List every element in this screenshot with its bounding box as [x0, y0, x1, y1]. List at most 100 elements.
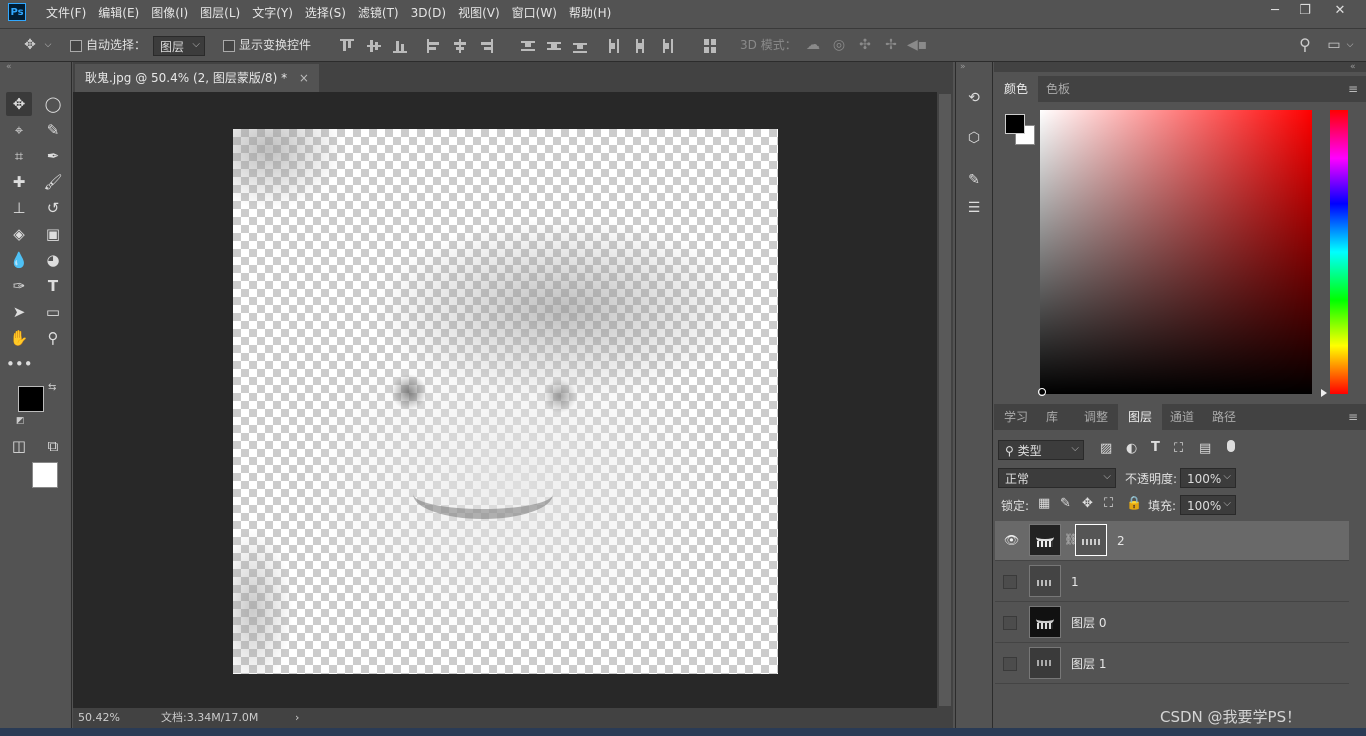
zoom-tool-icon[interactable]: ⚲	[40, 326, 66, 350]
history-brush-tool-icon[interactable]: ↺	[40, 196, 66, 220]
lock-artboard-icon[interactable]: ⛶	[1104, 496, 1113, 511]
3d-pan-icon[interactable]: ✣	[855, 29, 875, 61]
menu-filter[interactable]: 滤镜(T)	[352, 0, 405, 26]
history-panel-icon[interactable]: ⟲	[962, 86, 986, 110]
menu-file[interactable]: 文件(F)	[40, 0, 92, 26]
lock-all-icon[interactable]: 🔒	[1126, 496, 1142, 511]
restore-window-icon[interactable]: ❐	[1290, 0, 1320, 22]
menu-edit[interactable]: 编辑(E)	[92, 0, 145, 26]
menu-type[interactable]: 文字(Y)	[246, 0, 299, 26]
layer-filter-kind-dropdown[interactable]: ⚲ 类型	[998, 439, 1084, 460]
color-panel-menu-icon[interactable]: ≡	[1348, 82, 1358, 96]
screen-mode-icon[interactable]: ⧉	[40, 434, 66, 458]
menu-window[interactable]: 窗口(W)	[506, 0, 563, 26]
brush-tool-icon[interactable]: 🖌	[40, 170, 66, 194]
lock-transparent-pixels-icon[interactable]: ▦	[1038, 496, 1050, 511]
swap-colors-icon[interactable]: ⇆	[48, 382, 56, 393]
layer-row[interactable]: 图层 1	[995, 644, 1349, 684]
visibility-toggle[interactable]	[1003, 616, 1017, 630]
blur-tool-icon[interactable]: 💧	[6, 248, 32, 272]
layer-thumbnail[interactable]	[1029, 524, 1061, 556]
align-top-icon[interactable]	[340, 39, 354, 53]
3d-panel-icon[interactable]: ⬡	[962, 126, 986, 150]
hue-slider-handle[interactable]	[1321, 389, 1327, 397]
3d-orbit-icon[interactable]: ☁	[803, 29, 823, 61]
align-horizontal-center-icon[interactable]	[453, 39, 467, 53]
path-selection-tool-icon[interactable]: ➤	[6, 300, 32, 324]
tool-preset-chevron-down-icon[interactable]: ⌵	[42, 29, 54, 61]
3d-roll-icon[interactable]: ◎	[829, 29, 849, 61]
auto-select-target-dropdown[interactable]: 图层	[153, 35, 205, 56]
menu-help[interactable]: 帮助(H)	[563, 0, 617, 26]
gradient-tool-icon[interactable]: ▣	[40, 222, 66, 246]
document-tab[interactable]: 耿鬼.jpg @ 50.4% (2, 图层蒙版/8) * ×	[75, 64, 319, 92]
layer-row[interactable]: 图层 0	[995, 603, 1349, 643]
color-picker-cursor[interactable]	[1038, 388, 1046, 396]
align-right-icon[interactable]	[479, 39, 493, 53]
zoom-level[interactable]: 50.42%	[78, 708, 120, 728]
filter-adjustment-layer-icon[interactable]: ◐	[1126, 441, 1137, 456]
layer-thumbnail[interactable]	[1029, 565, 1061, 597]
tab-libraries[interactable]: 库	[1036, 404, 1068, 430]
blend-mode-dropdown[interactable]: 正常	[998, 467, 1116, 488]
hue-slider[interactable]	[1330, 110, 1348, 394]
close-document-icon[interactable]: ×	[299, 71, 309, 85]
align-bottom-icon[interactable]	[393, 39, 407, 53]
layer-thumbnail[interactable]	[1029, 606, 1061, 638]
vertical-scrollbar-thumb[interactable]	[939, 94, 951, 706]
polygonal-lasso-tool-icon[interactable]: ⌖	[6, 118, 32, 142]
workspace-chevron-down-icon[interactable]: ⌵	[1344, 29, 1356, 61]
background-color-swatch[interactable]	[32, 462, 58, 488]
visibility-toggle[interactable]	[1003, 575, 1017, 589]
filter-toggle-icon[interactable]	[1227, 440, 1235, 452]
search-icon[interactable]: ⚲	[1294, 29, 1316, 61]
more-tools-icon[interactable]: •••	[6, 352, 33, 376]
quick-selection-tool-icon[interactable]: ✎	[40, 118, 66, 142]
clone-stamp-tool-icon[interactable]: ⊥	[6, 196, 32, 220]
3d-slide-icon[interactable]: ✢	[881, 29, 901, 61]
3d-scale-camera-icon[interactable]: ◀▪	[907, 29, 927, 61]
tab-color[interactable]: 颜色	[994, 76, 1039, 102]
distribute-left-icon[interactable]	[607, 39, 621, 53]
distribute-bottom-icon[interactable]	[573, 39, 587, 53]
dodge-tool-icon[interactable]: ◕	[40, 248, 66, 272]
opacity-field[interactable]: 100%	[1180, 467, 1236, 488]
filter-smart-object-icon[interactable]: ▤	[1199, 441, 1211, 456]
tab-learn[interactable]: 学习	[994, 404, 1038, 430]
panel-foreground-swatch[interactable]	[1005, 114, 1025, 134]
filter-type-layer-icon[interactable]: T	[1151, 440, 1160, 455]
distribute-right-icon[interactable]	[659, 39, 673, 53]
default-colors-icon[interactable]: ◩	[16, 416, 25, 426]
layers-panel-menu-icon[interactable]: ≡	[1348, 410, 1358, 424]
distribute-vertical-center-icon[interactable]	[547, 39, 561, 53]
brush-settings-panel-icon[interactable]: ✎	[962, 168, 986, 192]
document-canvas[interactable]	[233, 129, 778, 674]
menu-3d[interactable]: 3D(D)	[405, 0, 452, 26]
foreground-color-swatch[interactable]	[18, 386, 44, 412]
menu-layer[interactable]: 图层(L)	[194, 0, 246, 26]
tab-swatches[interactable]: 色板	[1036, 76, 1080, 102]
collapse-panels-icon[interactable]: «	[1350, 62, 1356, 72]
align-vertical-center-icon[interactable]	[367, 39, 381, 53]
menu-image[interactable]: 图像(I)	[145, 0, 194, 26]
tab-channels[interactable]: 通道	[1160, 404, 1204, 430]
healing-brush-tool-icon[interactable]: ✚	[6, 170, 32, 194]
filter-pixel-layer-icon[interactable]: ▨	[1100, 441, 1112, 456]
hand-tool-icon[interactable]: ✋	[6, 326, 32, 350]
expand-dock-icon[interactable]: »	[960, 62, 966, 72]
status-menu-arrow-icon[interactable]: ›	[295, 708, 299, 728]
eyedropper-tool-icon[interactable]: ✒	[40, 144, 66, 168]
properties-panel-icon[interactable]: ☰	[962, 196, 986, 220]
visibility-eye-icon[interactable]: 👁	[1004, 533, 1019, 547]
menu-view[interactable]: 视图(V)	[452, 0, 506, 26]
tab-layers[interactable]: 图层	[1118, 404, 1163, 430]
rectangle-tool-icon[interactable]: ▭	[40, 300, 66, 324]
tab-adjustments[interactable]: 调整	[1074, 404, 1118, 430]
layer-row[interactable]: 1	[995, 562, 1349, 602]
tab-paths[interactable]: 路径	[1202, 404, 1246, 430]
workspace-icon[interactable]: ▭	[1324, 29, 1344, 61]
move-tool-icon[interactable]: ✥	[6, 92, 32, 116]
auto-select-checkbox[interactable]	[70, 40, 82, 52]
move-tool-icon[interactable]: ✥	[20, 29, 40, 61]
align-left-icon[interactable]	[427, 39, 441, 53]
